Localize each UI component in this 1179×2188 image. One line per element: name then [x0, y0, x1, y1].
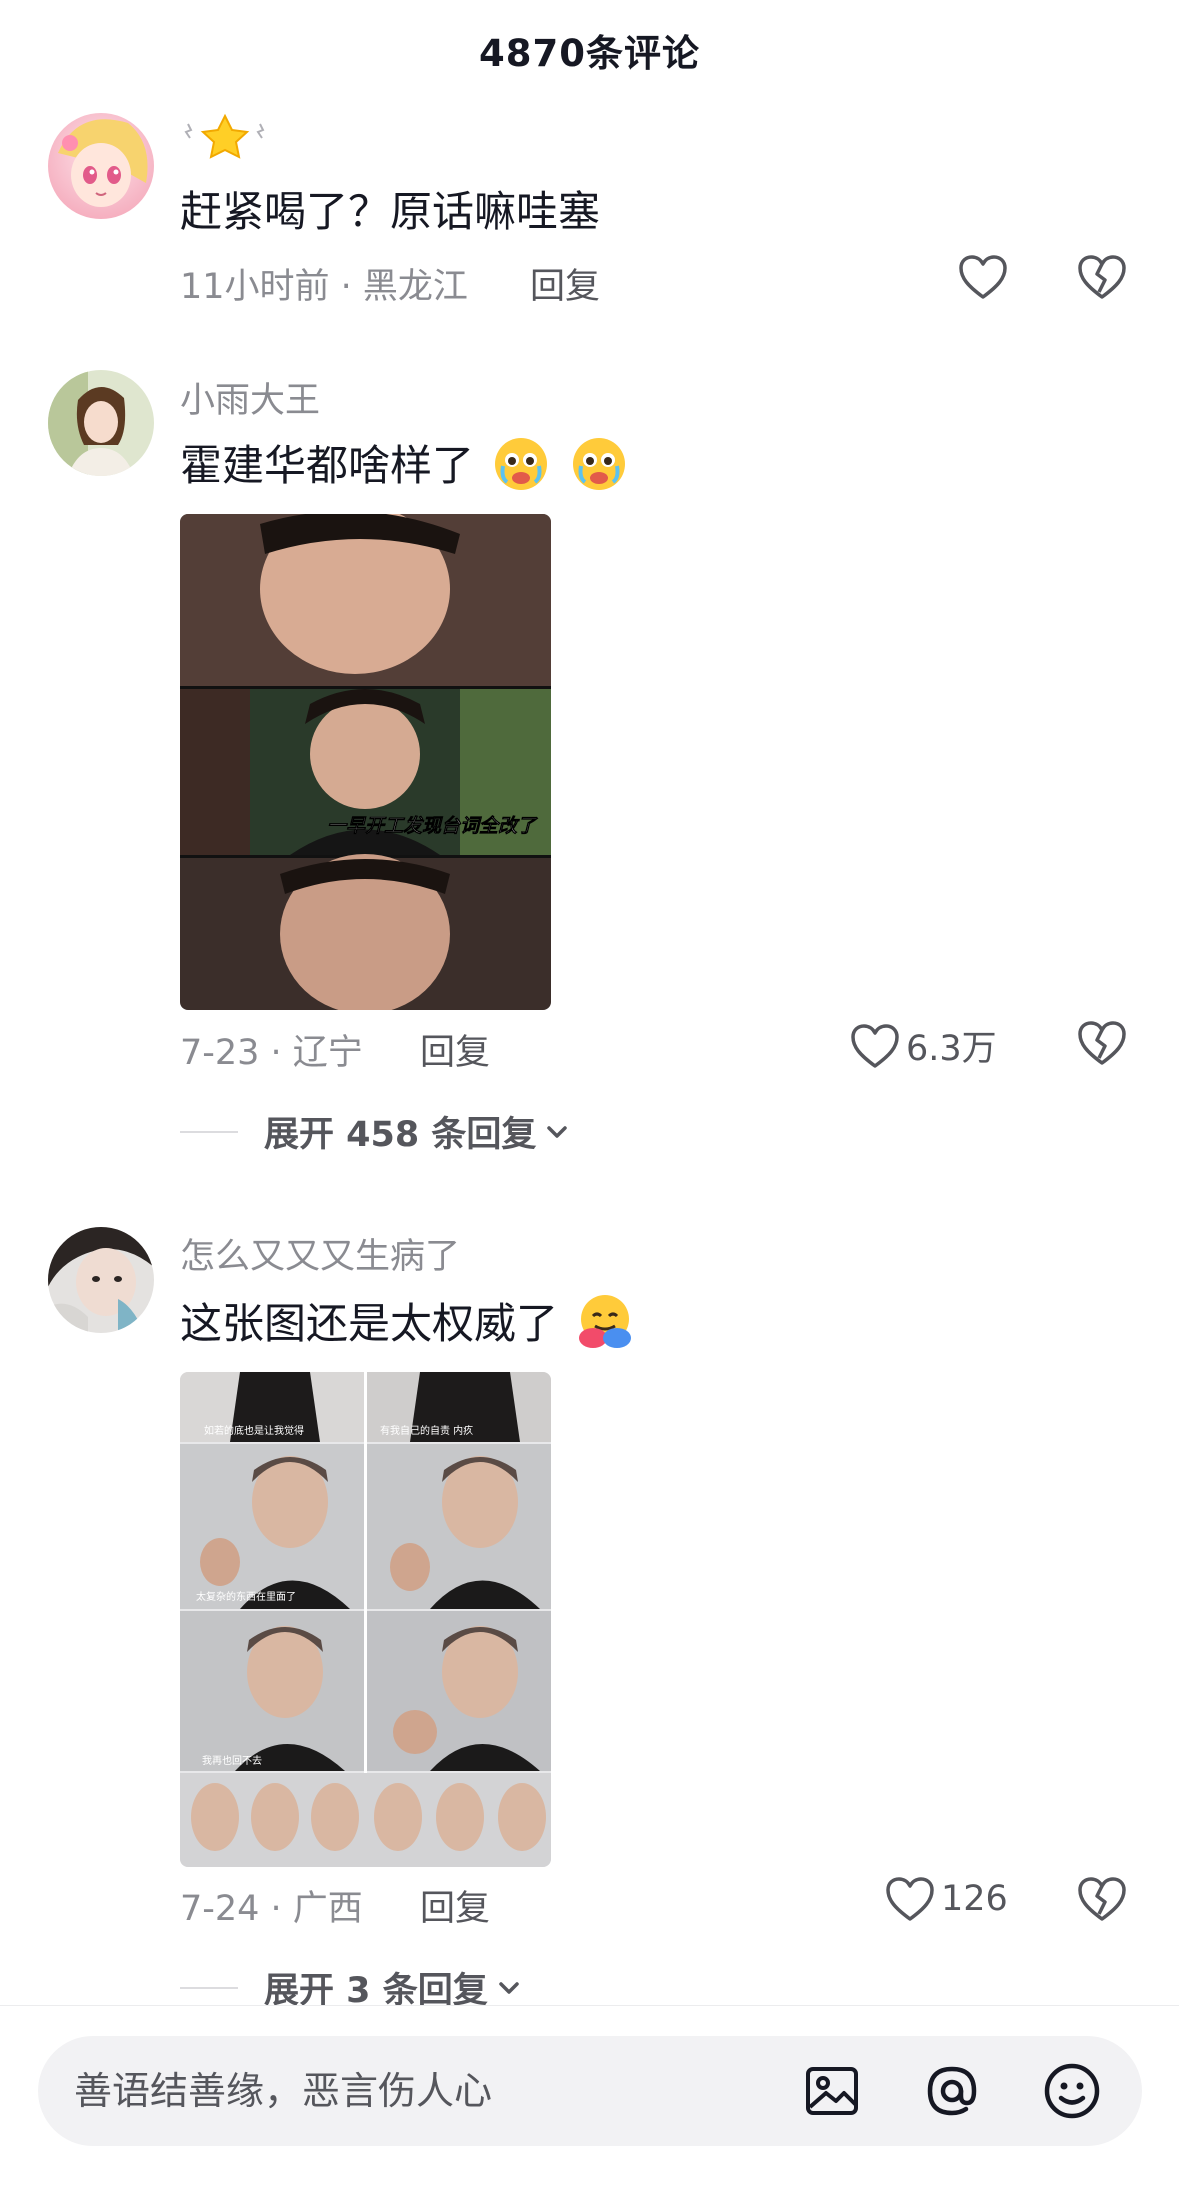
- crying-emoji-icon: [491, 434, 551, 504]
- media-caption: 如若的底也是让我觉得: [204, 1424, 304, 1437]
- expand-replies-label: 展开 458 条回复: [264, 1115, 537, 1155]
- username[interactable]: 怎么又又又生病了: [180, 1228, 460, 1279]
- comment-input-placeholder: 善语结善缘，恶言伤人心: [74, 2069, 493, 2113]
- comment-meta: 11小时前 · 黑龙江: [180, 267, 468, 307]
- media-caption: 有我自己的自责 内疚: [380, 1424, 473, 1437]
- dislike-button[interactable]: [1077, 1020, 1127, 1070]
- heart-outline-icon: [958, 254, 1008, 300]
- comment-meta: 7-24 · 广西: [180, 1889, 363, 1929]
- like-count: 6.3万: [906, 1029, 997, 1069]
- comment-input-bar: 善语结善缘，恶言伤人心: [0, 2005, 1179, 2188]
- reply-button[interactable]: 回复: [530, 258, 600, 309]
- comment-text: 赶紧喝了？原话嘛哇塞: [180, 187, 601, 236]
- reply-button[interactable]: 回复: [420, 1024, 490, 1075]
- star-badge-icon: [184, 113, 265, 159]
- media-caption: 一早开工发现台词全改了: [327, 815, 538, 837]
- like-count: 126: [941, 1879, 1008, 1919]
- comment-image[interactable]: 一早开工发现台词全改了: [180, 514, 551, 1010]
- comments-header: 4870条评论: [0, 0, 1179, 100]
- broken-heart-icon: [1077, 1876, 1127, 1922]
- comment-text: 这张图还是太权威了: [180, 1290, 635, 1362]
- heart-outline-icon: [850, 1023, 900, 1069]
- comment-text: 霍建华都啥样了: [180, 432, 629, 504]
- media-caption: 太复杂的东西在里面了: [196, 1590, 296, 1603]
- smiley-icon[interactable]: [1042, 2061, 1102, 2121]
- heart-outline-icon: [885, 1876, 935, 1922]
- expand-replies-button[interactable]: 展开 458 条回复: [180, 1106, 570, 1157]
- like-button[interactable]: 126: [885, 1876, 1008, 1922]
- broken-heart-icon: [1077, 1020, 1127, 1066]
- avatar[interactable]: [48, 1227, 154, 1333]
- avatar[interactable]: [48, 113, 154, 219]
- divider: [180, 1986, 238, 1989]
- dislike-button[interactable]: [1077, 1876, 1127, 1926]
- chevron-down-icon: [544, 1119, 570, 1145]
- like-button[interactable]: 6.3万: [850, 1020, 997, 1071]
- divider: [180, 1130, 238, 1133]
- like-button[interactable]: [958, 254, 1008, 300]
- broken-heart-icon: [1077, 254, 1127, 300]
- hugging-emoji-icon: [575, 1292, 635, 1362]
- chevron-down-icon: [496, 1975, 522, 2001]
- username[interactable]: [180, 110, 270, 169]
- comment-meta: 7-23 · 辽宁: [180, 1033, 363, 1073]
- crying-emoji-icon: [569, 434, 629, 504]
- comment-text-body: 霍建华都啥样了: [180, 441, 475, 490]
- username[interactable]: 小雨大王: [180, 372, 320, 423]
- comment-text-body: 这张图还是太权威了: [180, 1299, 559, 1348]
- avatar[interactable]: [48, 370, 154, 476]
- media-caption: 我再也回不去: [202, 1754, 262, 1767]
- at-icon[interactable]: [922, 2061, 982, 2121]
- comment-input[interactable]: 善语结善缘，恶言伤人心: [38, 2036, 1142, 2146]
- comment-image[interactable]: 如若的底也是让我觉得 有我自己的自责 内疚 太复杂的东西在里面了 我再也回不去: [180, 1372, 551, 1867]
- comment-count-title: 4870条评论: [479, 32, 700, 75]
- image-icon[interactable]: [802, 2061, 862, 2121]
- reply-button[interactable]: 回复: [420, 1880, 490, 1931]
- dislike-button[interactable]: [1077, 254, 1127, 304]
